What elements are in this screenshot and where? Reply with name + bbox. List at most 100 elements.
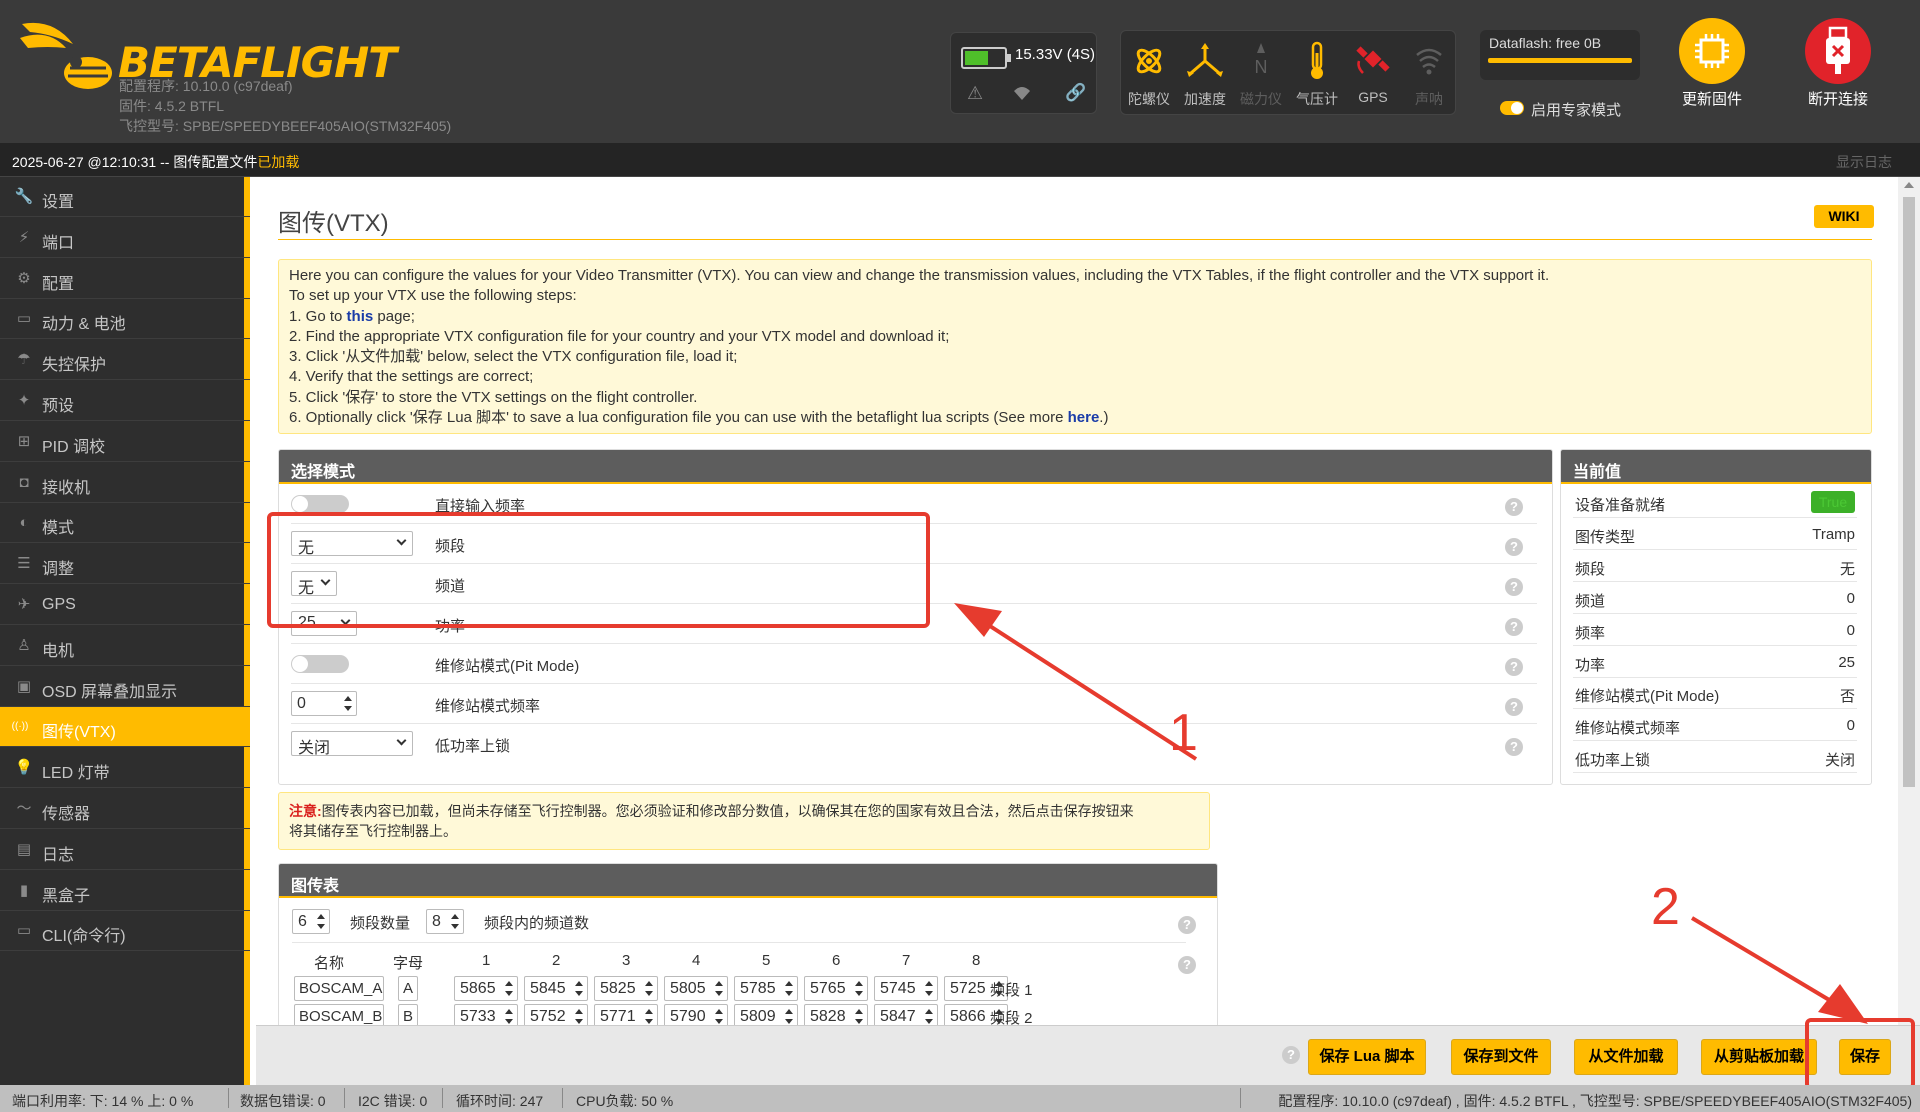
- main-scrollbar[interactable]: [1898, 177, 1920, 1025]
- spin-up-icon[interactable]: [925, 1009, 933, 1014]
- direct-freq-switch[interactable]: [291, 495, 349, 513]
- spin-down-icon[interactable]: [785, 1019, 793, 1024]
- spin-down-icon[interactable]: [505, 1019, 513, 1024]
- help-icon[interactable]: ?: [1505, 738, 1523, 756]
- spin-down-icon[interactable]: [855, 1019, 863, 1024]
- spin-up-icon[interactable]: [451, 914, 459, 919]
- sidebar-item[interactable]: ▤ 日志: [0, 830, 250, 870]
- band-name-input[interactable]: BOSCAM_B: [294, 1004, 384, 1025]
- update-firmware-button[interactable]: 更新固件: [1657, 18, 1767, 109]
- band-letter-input[interactable]: A: [398, 976, 418, 1001]
- spin-up-icon[interactable]: [855, 1009, 863, 1014]
- help-icon[interactable]: ?: [1178, 916, 1196, 934]
- load-from-clipboard-button[interactable]: 从剪贴板加载: [1701, 1039, 1817, 1075]
- spin-down-icon[interactable]: [575, 1019, 583, 1024]
- load-from-file-button[interactable]: 从文件加载: [1574, 1039, 1678, 1075]
- sidebar-item[interactable]: ⚙ 配置: [0, 259, 250, 299]
- spin-up-icon[interactable]: [645, 1009, 653, 1014]
- spin-up-icon[interactable]: [505, 1009, 513, 1014]
- spin-up-icon[interactable]: [575, 981, 583, 986]
- frequency-input[interactable]: 5805: [664, 976, 728, 1001]
- help-icon[interactable]: ?: [1505, 698, 1523, 716]
- frequency-input[interactable]: 5825: [594, 976, 658, 1001]
- expert-mode-toggle[interactable]: [1500, 101, 1524, 115]
- sidebar-item[interactable]: ((·)) 图传(VTX): [0, 707, 250, 748]
- help-icon[interactable]: ?: [1282, 1046, 1300, 1064]
- spin-up-icon[interactable]: [344, 696, 352, 701]
- scroll-up-arrow[interactable]: [1904, 182, 1914, 188]
- spin-up-icon[interactable]: [575, 1009, 583, 1014]
- spin-down-icon[interactable]: [925, 1019, 933, 1024]
- low-power-select[interactable]: 关闭: [291, 731, 413, 757]
- frequency-input[interactable]: 5771: [594, 1004, 658, 1025]
- frequency-input[interactable]: 5845: [524, 976, 588, 1001]
- scroll-thumb[interactable]: [1903, 197, 1915, 787]
- spin-up-icon[interactable]: [645, 981, 653, 986]
- spin-down-icon[interactable]: [344, 706, 352, 711]
- spin-up-icon[interactable]: [505, 981, 513, 986]
- help-icon[interactable]: ?: [1505, 578, 1523, 596]
- spin-up-icon[interactable]: [715, 981, 723, 986]
- frequency-input[interactable]: 5847: [874, 1004, 938, 1025]
- help-icon[interactable]: ?: [1178, 956, 1196, 974]
- spin-up-icon[interactable]: [925, 981, 933, 986]
- frequency-input[interactable]: 5809: [734, 1004, 798, 1025]
- frequency-input[interactable]: 5790: [664, 1004, 728, 1025]
- save-to-file-button[interactable]: 保存到文件: [1451, 1039, 1551, 1075]
- spin-down-icon[interactable]: [575, 991, 583, 996]
- sidebar-item[interactable]: ☰ 调整: [0, 544, 250, 585]
- help-icon[interactable]: ?: [1505, 538, 1523, 556]
- spin-down-icon[interactable]: [855, 991, 863, 996]
- spin-down-icon[interactable]: [317, 924, 325, 929]
- spin-up-icon[interactable]: [785, 981, 793, 986]
- channel-count-input[interactable]: 8: [426, 909, 464, 934]
- spin-up-icon[interactable]: [317, 914, 325, 919]
- band-count-input[interactable]: 6: [292, 909, 330, 934]
- sidebar-item[interactable]: ▭ 动力 & 电池: [0, 299, 250, 340]
- show-log-link[interactable]: 显示日志: [1836, 152, 1892, 172]
- frequency-input[interactable]: 5865: [454, 976, 518, 1001]
- frequency-input[interactable]: 5828: [804, 1004, 868, 1025]
- save-lua-button[interactable]: 保存 Lua 脚本: [1308, 1039, 1426, 1075]
- pit-freq-input[interactable]: 0: [291, 691, 357, 716]
- sidebar-item[interactable]: ◘ 接收机: [0, 463, 250, 503]
- frequency-input[interactable]: 5785: [734, 976, 798, 1001]
- spin-down-icon[interactable]: [505, 991, 513, 996]
- sidebar-item[interactable]: ✈ GPS: [0, 585, 250, 625]
- spin-up-icon[interactable]: [715, 1009, 723, 1014]
- sidebar-item[interactable]: 〜传感器: [0, 789, 250, 829]
- wiki-button[interactable]: WIKI: [1814, 205, 1874, 228]
- spin-down-icon[interactable]: [645, 1019, 653, 1024]
- this-page-link[interactable]: this: [347, 308, 374, 325]
- spin-down-icon[interactable]: [715, 1019, 723, 1024]
- sidebar-item[interactable]: ✦ 预设: [0, 381, 250, 421]
- sidebar-item[interactable]: ◐ 模式: [0, 503, 250, 544]
- spin-down-icon[interactable]: [785, 991, 793, 996]
- sidebar-item[interactable]: ⊞ PID 调校: [0, 422, 250, 462]
- spin-down-icon[interactable]: [645, 991, 653, 996]
- help-icon[interactable]: ?: [1505, 618, 1523, 636]
- spin-down-icon[interactable]: [715, 991, 723, 996]
- help-icon[interactable]: ?: [1505, 498, 1523, 516]
- sidebar-item[interactable]: ☂ 失控保护: [0, 340, 250, 381]
- band-letter-input[interactable]: B: [398, 1004, 418, 1025]
- frequency-input[interactable]: 5765: [804, 976, 868, 1001]
- spin-down-icon[interactable]: [451, 924, 459, 929]
- sidebar-item[interactable]: ▭ CLI(命令行): [0, 911, 250, 952]
- spin-up-icon[interactable]: [855, 981, 863, 986]
- sidebar-item[interactable]: ▮ 黑盒子: [0, 871, 250, 911]
- frequency-input[interactable]: 5752: [524, 1004, 588, 1025]
- sidebar-item[interactable]: ♙ 电机: [0, 626, 250, 666]
- spin-up-icon[interactable]: [785, 1009, 793, 1014]
- disconnect-button[interactable]: 断开连接: [1783, 18, 1893, 109]
- sidebar-item[interactable]: 💡 LED 灯带: [0, 748, 250, 789]
- band-name-input[interactable]: BOSCAM_A: [294, 976, 384, 1001]
- here-link[interactable]: here: [1068, 409, 1100, 426]
- sidebar-item[interactable]: ▣ OSD 屏幕叠加显示: [0, 667, 250, 707]
- spin-down-icon[interactable]: [925, 991, 933, 996]
- pit-mode-switch[interactable]: [291, 655, 349, 673]
- sidebar-item[interactable]: 🔧 设置: [0, 177, 250, 217]
- frequency-input[interactable]: 5733: [454, 1004, 518, 1025]
- frequency-input[interactable]: 5745: [874, 976, 938, 1001]
- help-icon[interactable]: ?: [1505, 658, 1523, 676]
